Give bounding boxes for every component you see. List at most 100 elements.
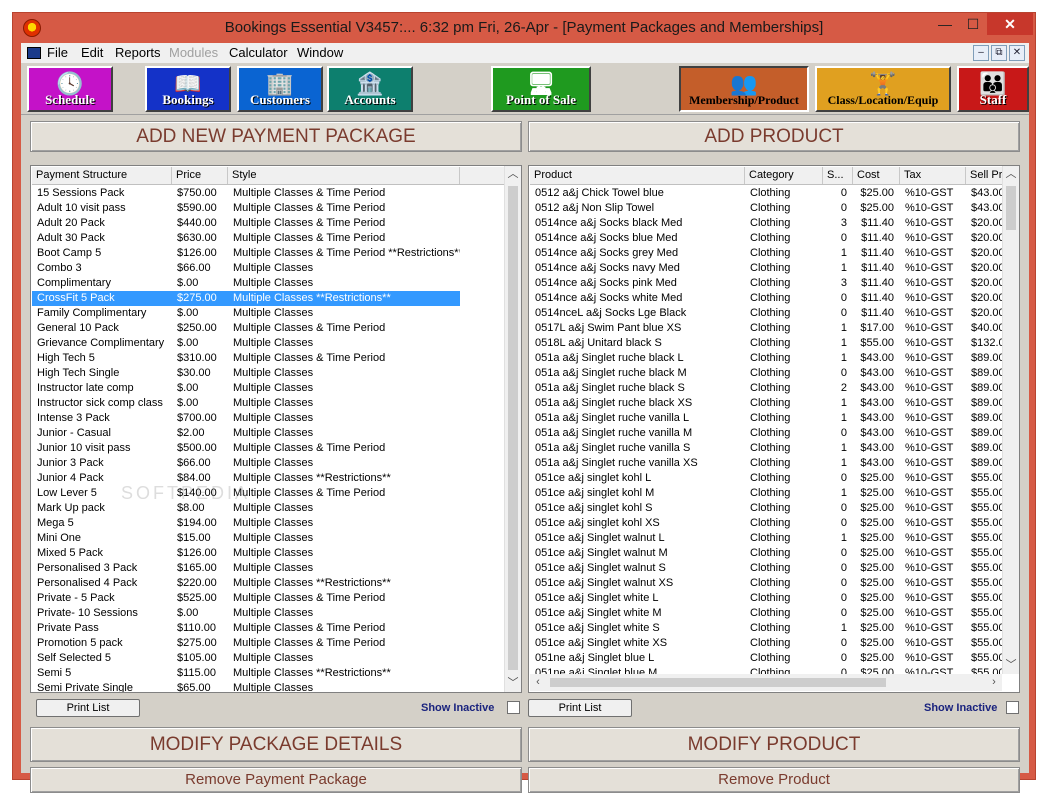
table-row[interactable]: 0514nceL a&j Socks Lge Black Clothing 0 $11… (530, 306, 1002, 321)
table-row[interactable]: Grievance Complimentary $.00 Multiple Clas… (32, 336, 460, 351)
column-product[interactable]: Product (530, 167, 745, 184)
table-row[interactable]: Boot Camp 5 $126.00 Multiple Classes & Tim… (32, 246, 460, 261)
membership-product-button[interactable]: 👥 Membership/Product (679, 66, 809, 112)
schedule-button[interactable]: 🕓 Schedule (27, 66, 113, 112)
scroll-left-icon[interactable]: ‹ (530, 674, 546, 691)
table-row[interactable]: Junior - Casual $2.00 Multiple Classes (32, 426, 460, 441)
table-row[interactable]: 15 Sessions Pack $750.00 Multiple Classes … (32, 186, 460, 201)
table-row[interactable]: 0517L a&j Swim Pant blue XS Clothing 1 $17.… (530, 321, 1002, 336)
packages-list[interactable]: Payment Structure Price Style 15 Session… (30, 165, 522, 693)
table-row[interactable]: 0512 a&j Chick Towel blue Clothing 0 $25.00… (530, 186, 1002, 201)
packages-show-inactive-checkbox[interactable] (507, 701, 520, 714)
table-row[interactable]: 0518L a&j Unitard black S Clothing 1 $55.00… (530, 336, 1002, 351)
table-row[interactable]: 051a a&j Singlet ruche black S Clothing 2 $… (530, 381, 1002, 396)
title-bar[interactable]: Bookings Essential V3457:... 6:32 pm Fri… (13, 13, 1035, 43)
scroll-down-icon[interactable]: ﹀ (1003, 657, 1019, 674)
close-button[interactable]: ✕ (987, 13, 1033, 35)
table-row[interactable]: Adult 20 Pack $440.00 Multiple Classes & T… (32, 216, 460, 231)
table-row[interactable]: Combo 3 $66.00 Multiple Classes (32, 261, 460, 276)
table-row[interactable]: 0512 a&j Non Slip Towel Clothing 0 $25.00 %1… (530, 201, 1002, 216)
table-row[interactable]: 051ne a&j Singlet blue M Clothing 0 $25.00%… (530, 666, 1002, 674)
column-price[interactable]: Price (172, 167, 228, 184)
products-show-inactive-checkbox[interactable] (1006, 701, 1019, 714)
table-row[interactable]: Junior 3 Pack $66.00 Multiple Classes (32, 456, 460, 471)
scroll-thumb[interactable] (1006, 186, 1016, 230)
menu-edit[interactable]: Edit (81, 45, 103, 60)
class-location-equip-button[interactable]: 🏋 Class/Location/Equip (815, 66, 951, 112)
table-row[interactable]: 051ce a&j Singlet white M Clothing 0 $25.00… (530, 606, 1002, 621)
column-style[interactable]: Style (228, 167, 460, 184)
table-row[interactable]: 0514nce a&j Socks black Med Clothing 3 $11.… (530, 216, 1002, 231)
scroll-down-icon[interactable]: ﹀ (505, 675, 521, 692)
table-row[interactable]: 051ce a&j Singlet walnut M Clothing 0 $25.0… (530, 546, 1002, 561)
column-category[interactable]: Category (745, 167, 823, 184)
mdi-close-button[interactable]: ✕ (1009, 45, 1025, 61)
table-row[interactable]: High Tech Single $30.00 Multiple Classes (32, 366, 460, 381)
menu-window[interactable]: Window (297, 45, 343, 60)
scroll-thumb[interactable] (550, 678, 886, 687)
menu-calculator[interactable]: Calculator (229, 45, 288, 60)
table-row[interactable]: Personalised 3 Pack $165.00 Multiple Class… (32, 561, 460, 576)
menu-reports[interactable]: Reports (115, 45, 161, 60)
table-row[interactable]: 0514nce a&j Socks white Med Clothing 0 $11.… (530, 291, 1002, 306)
minimize-button[interactable]: — (931, 13, 959, 35)
column-cost[interactable]: Cost (853, 167, 900, 184)
column-tax[interactable]: Tax (900, 167, 966, 184)
table-row[interactable]: 051ce a&j Singlet walnut XS Clothing 0 $25.… (530, 576, 1002, 591)
table-row[interactable]: 051ce a&j singlet kohl L Clothing 0 $25.00%… (530, 471, 1002, 486)
table-row[interactable]: Family Complimentary $.00 Multiple Classes (32, 306, 460, 321)
table-row[interactable]: Mega 5 $194.00 Multiple Classes (32, 516, 460, 531)
column-payment-structure[interactable]: Payment Structure (32, 167, 172, 184)
table-row[interactable]: Mixed 5 Pack $126.00 Multiple Classes (32, 546, 460, 561)
table-row[interactable]: 051ce a&j Singlet white XS Clothing 0 $25.0… (530, 636, 1002, 651)
products-horizontal-scrollbar[interactable]: ‹ › (530, 674, 1002, 691)
remove-payment-package-button[interactable]: Remove Payment Package (30, 767, 522, 793)
scroll-thumb[interactable] (508, 186, 518, 670)
add-payment-package-button[interactable]: ADD NEW PAYMENT PACKAGE (30, 121, 522, 152)
table-row[interactable]: 0514nce a&j Socks pink Med Clothing 3 $11.4… (530, 276, 1002, 291)
table-row[interactable]: 051ce a&j singlet kohl XS Clothing 0 $25.00… (530, 516, 1002, 531)
packages-vertical-scrollbar[interactable]: ︿ ﹀ (504, 166, 521, 692)
modify-package-details-button[interactable]: MODIFY PACKAGE DETAILS (30, 727, 522, 762)
table-row[interactable]: Personalised 4 Pack $220.00 Multiple Class… (32, 576, 460, 591)
table-row[interactable]: 051a a&j Singlet ruche black M Clothing 0 $… (530, 366, 1002, 381)
table-row[interactable]: Adult 10 visit pass $590.00 Multiple Class… (32, 201, 460, 216)
table-row[interactable]: 051a a&j Singlet ruche vanilla XS Clothin… (530, 456, 1002, 471)
menu-file[interactable]: File (47, 45, 68, 60)
column-stock[interactable]: S... (823, 167, 853, 184)
table-row[interactable]: 0514nce a&j Socks grey Med Clothing 1 $11.4… (530, 246, 1002, 261)
table-row[interactable]: 051ce a&j Singlet walnut L Clothing 1 $25.0… (530, 531, 1002, 546)
table-row[interactable]: 051a a&j Singlet ruche vanilla M Clothing… (530, 426, 1002, 441)
maximize-button[interactable]: ☐ (959, 13, 987, 35)
table-row[interactable]: General 10 Pack $250.00 Multiple Classes &… (32, 321, 460, 336)
table-row[interactable]: 051ce a&j Singlet white S Clothing 1 $25.00… (530, 621, 1002, 636)
table-row[interactable]: Adult 30 Pack $630.00 Multiple Classes & T… (32, 231, 460, 246)
table-row[interactable]: Junior 4 Pack $84.00 Multiple Classes **Re… (32, 471, 460, 486)
products-vertical-scrollbar[interactable]: ︿ ﹀ (1002, 166, 1019, 674)
table-row[interactable]: 051a a&j Singlet ruche vanilla S Clothing… (530, 441, 1002, 456)
table-row[interactable]: Mini One $15.00 Multiple Classes (32, 531, 460, 546)
scroll-up-icon[interactable]: ︿ (1003, 166, 1019, 183)
table-row[interactable]: High Tech 5 $310.00 Multiple Classes & Tim… (32, 351, 460, 366)
table-row[interactable]: Complimentary $.00 Multiple Classes (32, 276, 460, 291)
table-row[interactable]: Low Lever 5 $140.00 Multiple Classes & Tim… (32, 486, 460, 501)
table-row[interactable]: 051ne a&j Singlet blue L Clothing 0 $25.00%… (530, 651, 1002, 666)
table-row[interactable]: Intense 3 Pack $700.00 Multiple Classes (32, 411, 460, 426)
accounts-button[interactable]: 🏦 Accounts (327, 66, 413, 112)
table-row[interactable]: 0514nce a&j Socks navy Med Clothing 1 $11.4… (530, 261, 1002, 276)
table-row[interactable]: Instructor late comp $.00 Multiple Classes (32, 381, 460, 396)
remove-product-button[interactable]: Remove Product (528, 767, 1020, 793)
table-row[interactable]: 051a a&j Singlet ruche vanilla L Clothing… (530, 411, 1002, 426)
table-row[interactable]: Private - 5 Pack $525.00 Multiple Classes … (32, 591, 460, 606)
table-row[interactable]: 051a a&j Singlet ruche black L Clothing 1 $… (530, 351, 1002, 366)
table-row[interactable]: Private Pass $110.00 Multiple Classes & Ti… (32, 621, 460, 636)
document-icon[interactable] (27, 47, 41, 59)
table-row[interactable]: Semi 5 $115.00 Multiple Classes **Restrict… (32, 666, 460, 681)
scroll-right-icon[interactable]: › (986, 674, 1002, 691)
table-row[interactable]: 0514nce a&j Socks blue Med Clothing 0 $11.4… (530, 231, 1002, 246)
table-row[interactable]: 051ce a&j Singlet walnut S Clothing 0 $25.0… (530, 561, 1002, 576)
table-row[interactable]: 051a a&j Singlet ruche black XS Clothing 1… (530, 396, 1002, 411)
scroll-up-icon[interactable]: ︿ (505, 166, 521, 183)
table-row[interactable]: Instructor sick comp class $.00 Multiple C… (32, 396, 460, 411)
table-row[interactable]: Self Selected 5 $105.00 Multiple Classes (32, 651, 460, 666)
